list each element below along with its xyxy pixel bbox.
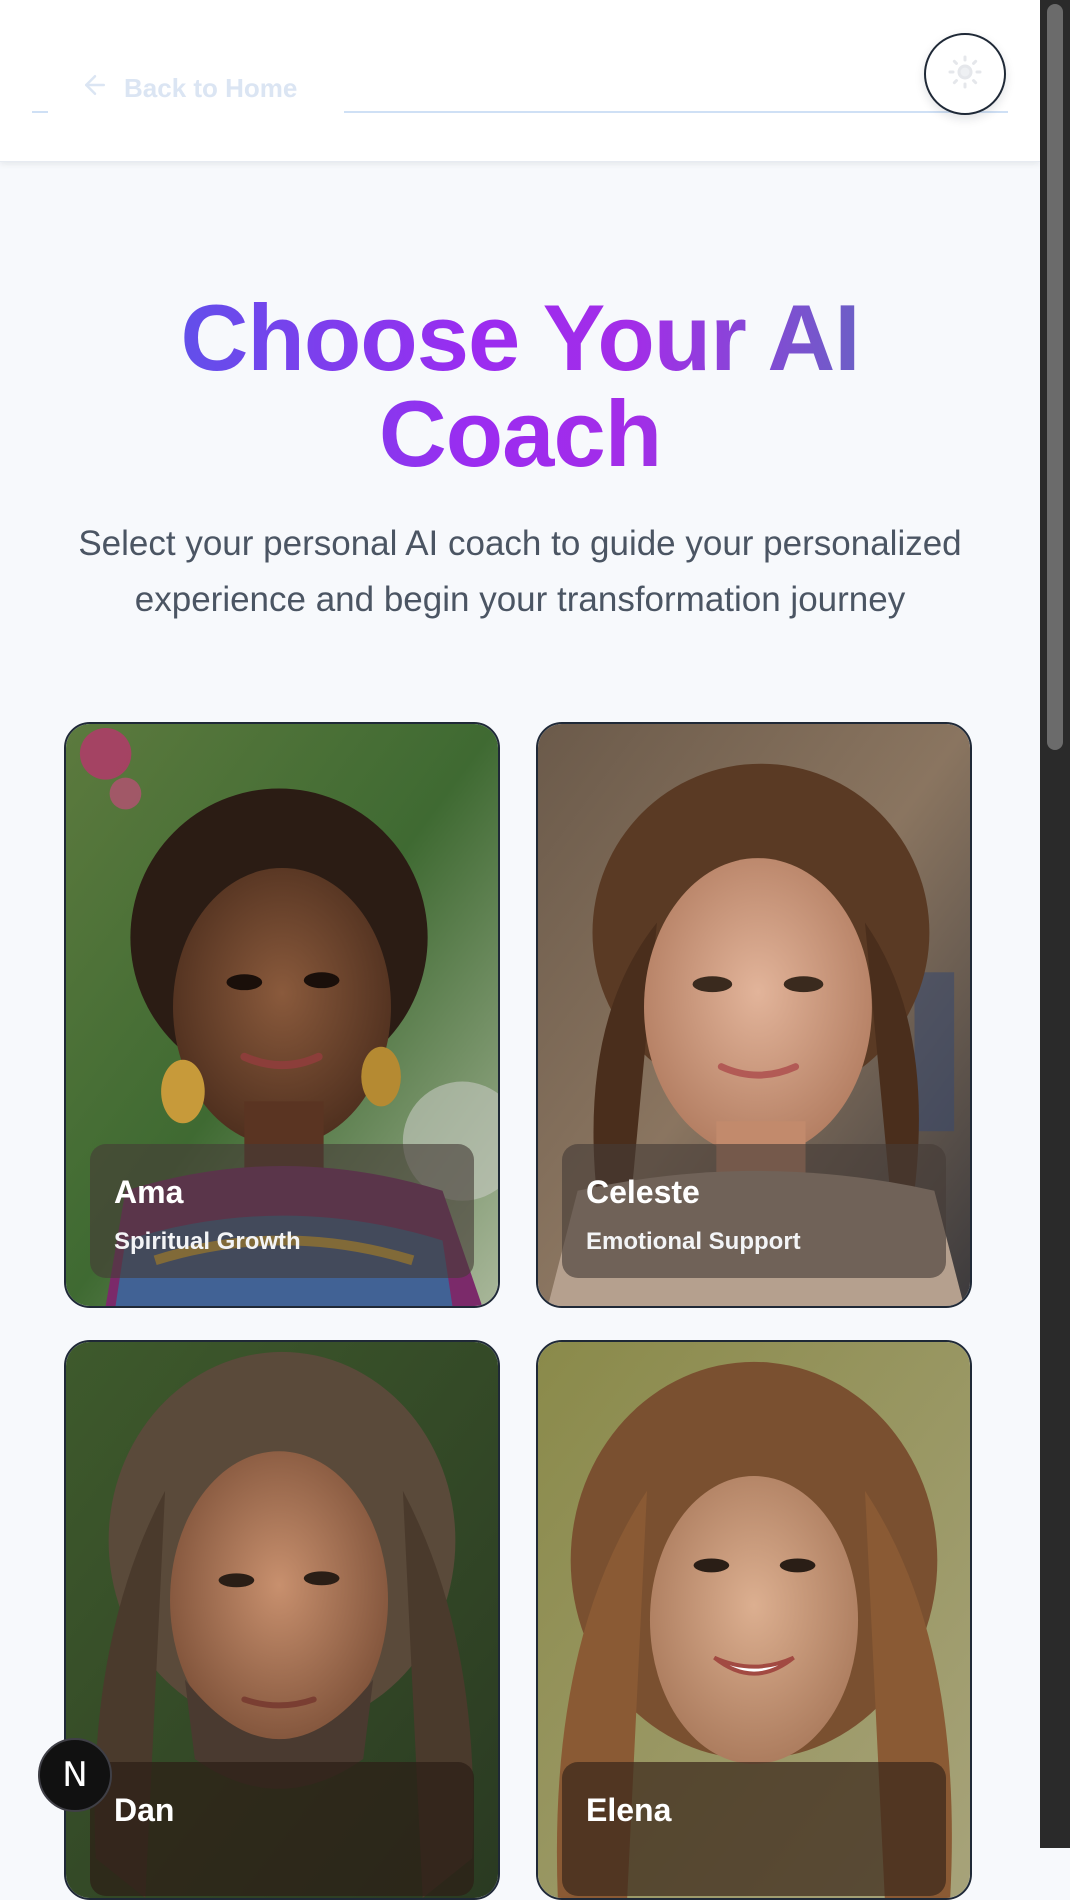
coach-label-elena: Elena — [562, 1762, 946, 1896]
page-title: Choose Your AI Coach — [60, 290, 980, 482]
coach-name: Dan — [114, 1792, 175, 1828]
coach-specialty: Emotional Support — [586, 1228, 801, 1255]
devtools-badge-label: N — [62, 1755, 88, 1795]
coach-name: Celeste — [586, 1174, 700, 1210]
coach-card-dan[interactable]: Dan — [64, 1340, 500, 1900]
sun-icon — [947, 54, 983, 95]
header-divider-left — [32, 111, 48, 113]
back-to-home-link[interactable]: Back to Home — [80, 70, 297, 106]
coach-name: Elena — [586, 1792, 672, 1828]
coach-specialty: Spiritual Growth — [114, 1228, 301, 1255]
coach-label-celeste: Celeste Emotional Support — [562, 1144, 946, 1278]
coach-card-ama[interactable]: Ama Spiritual Growth — [64, 722, 500, 1308]
arrow-left-icon — [80, 70, 110, 107]
back-link-label: Back to Home — [124, 72, 298, 103]
coach-card-elena[interactable]: Elena — [536, 1340, 972, 1900]
coach-name: Ama — [114, 1174, 184, 1210]
page-subtitle: Select your personal AI coach to guide y… — [78, 524, 962, 619]
theme-toggle-button[interactable] — [924, 33, 1006, 115]
coach-label-dan: Dan — [90, 1762, 474, 1896]
scrollbar-thumb[interactable] — [1047, 4, 1063, 750]
header-divider-right — [344, 111, 1008, 113]
coach-label-ama: Ama Spiritual Growth — [90, 1144, 474, 1278]
coach-card-celeste[interactable]: Celeste Emotional Support — [536, 722, 972, 1308]
top-bar: Back to Home — [0, 0, 1040, 162]
devtools-badge[interactable]: N — [38, 1738, 112, 1812]
